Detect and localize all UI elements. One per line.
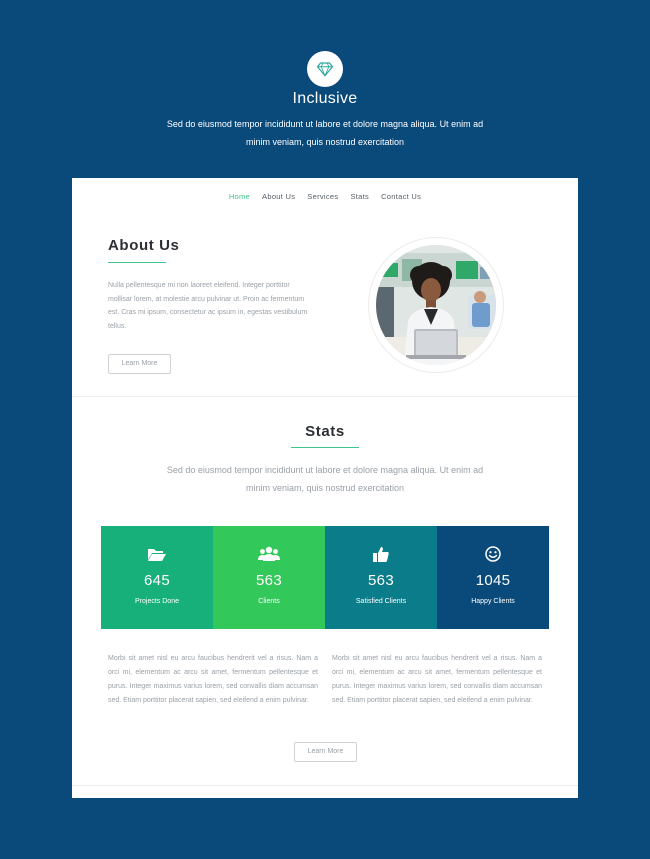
smile-icon <box>437 546 549 562</box>
folder-open-icon <box>101 546 213 562</box>
stat-label: Projects Done <box>135 598 179 605</box>
stat-tile-projects: 645 Projects Done <box>101 526 213 629</box>
stat-label: Satisfied Clients <box>355 598 407 605</box>
content-card: Home About Us Services Stats Contact Us … <box>72 178 578 798</box>
stats-column-right: Morbi sit amet nisl eu arcu faucibus hen… <box>332 655 542 704</box>
stats-tiles: 645 Projects Done 563 Clients 563 Satisf… <box>101 526 549 629</box>
hero-title: Inclusive <box>292 90 358 107</box>
stat-value: 1045 <box>475 572 511 589</box>
stat-value: 563 <box>368 572 394 589</box>
main-nav: Home About Us Services Stats Contact Us <box>72 192 578 204</box>
stat-value: 645 <box>144 572 170 589</box>
about-learn-more-button[interactable]: Learn More <box>108 354 171 374</box>
section-divider <box>72 396 578 397</box>
hero-section: Inclusive Sed do eiusmod tempor incididu… <box>0 0 650 178</box>
stats-title: Stats <box>305 423 345 440</box>
nav-stats[interactable]: Stats <box>350 192 369 202</box>
about-title: About Us <box>108 237 180 254</box>
stat-tile-clients: 563 Clients <box>213 526 325 629</box>
stats-text: Sed do eiusmod tempor incididunt ut labo… <box>166 465 484 493</box>
hero-text: Sed do eiusmod tempor incididunt ut labo… <box>166 119 484 147</box>
nav-contact-us[interactable]: Contact Us <box>381 192 421 202</box>
stat-value: 563 <box>256 572 282 589</box>
nav-home[interactable]: Home <box>229 192 250 202</box>
diamond-icon <box>316 62 334 77</box>
thumbs-up-icon <box>325 546 437 562</box>
stats-title-underline <box>291 447 359 448</box>
stats-learn-more-button[interactable]: Learn More <box>294 742 357 762</box>
stat-label: Happy Clients <box>471 598 515 605</box>
nav-services[interactable]: Services <box>307 192 338 202</box>
about-title-underline <box>108 262 166 263</box>
bottom-divider <box>72 785 578 786</box>
stat-label: Clients <box>258 598 280 605</box>
stats-column-left: Morbi sit amet nisl eu arcu faucibus hen… <box>108 655 318 704</box>
woman-with-laptop-photo <box>376 245 496 365</box>
stat-tile-satisfied: 563 Satisfied Clients <box>325 526 437 629</box>
diamond-badge <box>307 51 343 87</box>
about-text: Nulla pellentesque mi non laoreet eleife… <box>108 282 308 330</box>
nav-about-us[interactable]: About Us <box>262 192 295 202</box>
users-icon <box>213 546 325 562</box>
stat-tile-happy: 1045 Happy Clients <box>437 526 549 629</box>
stats-columns: Morbi sit amet nisl eu arcu faucibus hen… <box>108 652 542 708</box>
